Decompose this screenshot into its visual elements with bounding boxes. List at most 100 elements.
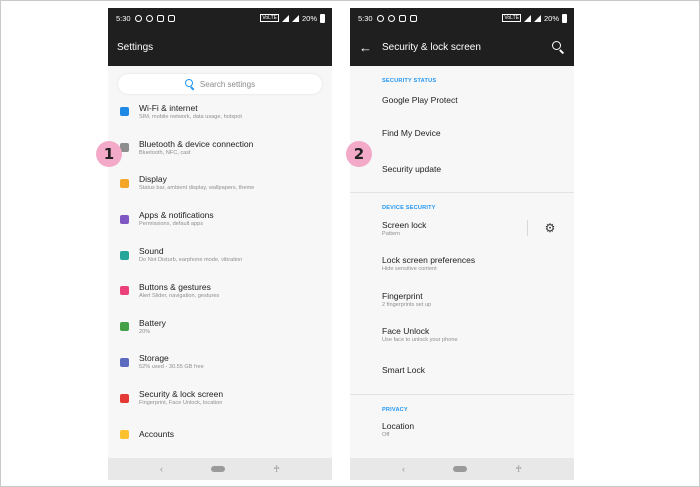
settings-item-title: Storage	[139, 353, 169, 364]
step-badge-2: 2	[346, 141, 372, 167]
cell-signal-icon	[533, 14, 541, 22]
home-nav-button[interactable]	[453, 466, 468, 472]
settings-item[interactable]: Sound Do Not Disturb, earphone mode, vibr…	[108, 237, 332, 273]
battery-status-icon	[320, 13, 325, 23]
settings-item-subtitle: Do Not Disturb, earphone mode, vibration	[139, 257, 243, 264]
navigation-bar: ‹ ♰	[350, 458, 574, 480]
battery-percent: 20%	[301, 13, 317, 23]
status-time: 5:30	[116, 13, 131, 23]
security-item-title: Lock screen preferences	[382, 255, 476, 266]
page-title: Settings	[117, 41, 154, 53]
security-item-title: Smart Lock	[382, 365, 425, 376]
settings-item-title: Security & lock screen	[139, 389, 224, 400]
home-nav-button[interactable]	[211, 466, 226, 472]
settings-item-subtitle: 20%	[139, 328, 151, 335]
volte-indicator: VoLTE	[502, 14, 521, 22]
security-item[interactable]: Screen lock Pattern ⚙	[350, 211, 574, 247]
wifi-icon	[120, 107, 129, 117]
volte-indicator: VoLTE	[260, 14, 279, 22]
security-item-title: Face Unlock	[382, 326, 430, 337]
security-item-subtitle: 2 fingerprints set up	[382, 301, 432, 308]
brightness-icon	[120, 178, 129, 188]
cell-signal-icon	[291, 14, 299, 22]
back-nav-button[interactable]: ‹	[402, 464, 405, 474]
settings-item-subtitle: SIM, mobile network, data usage, hotspot	[139, 113, 242, 120]
settings-item[interactable]: Buttons & gestures Alert Slider, navigati…	[108, 273, 332, 309]
settings-item[interactable]: Bluetooth & device connection Bluetooth, …	[108, 130, 332, 166]
battery-status-icon	[562, 13, 567, 23]
settings-item-title: Accounts	[139, 428, 174, 439]
settings-item[interactable]: Storage 52% used - 30.55 GB free	[108, 345, 332, 381]
settings-item[interactable]: Accounts	[108, 416, 332, 452]
settings-item-subtitle: Bluetooth, NFC, cast	[139, 149, 191, 156]
security-item[interactable]: Smart Lock	[350, 353, 574, 389]
navigation-bar: ‹ ♰	[108, 458, 332, 480]
battery-percent: 20%	[543, 13, 559, 23]
security-item-title: Find My Device	[382, 128, 441, 139]
settings-item-title: Battery	[139, 317, 166, 328]
security-item-subtitle: Hide sensitive content	[382, 266, 437, 273]
search-settings-bar[interactable]: Search settings	[118, 74, 322, 94]
status-time: 5:30	[358, 13, 373, 23]
wifi-signal-icon	[523, 14, 531, 22]
settings-item-subtitle: 52% used - 30.55 GB free	[139, 364, 204, 371]
whatsapp-icon	[145, 14, 153, 22]
status-bar: 5:30 VoLTE 20%	[108, 8, 332, 28]
settings-item-title: Sound	[139, 246, 164, 257]
status-bar: 5:30 VoLTE 20%	[350, 8, 574, 28]
back-nav-button[interactable]: ‹	[160, 464, 163, 474]
security-item-title: Location	[382, 421, 415, 432]
settings-item[interactable]: Display Status bar, ambient display, wall…	[108, 166, 332, 202]
settings-item[interactable]: Battery 20%	[108, 309, 332, 345]
security-item[interactable]: Find My Device	[350, 116, 574, 152]
settings-item[interactable]: Apps & notifications Permissions, default…	[108, 201, 332, 237]
security-item[interactable]: Security update	[350, 152, 574, 188]
security-item-subtitle: Off	[382, 432, 390, 439]
wifi-signal-icon	[281, 14, 289, 22]
settings-item-title: Apps & notifications	[139, 210, 214, 221]
app-bar: ← Security & lock screen	[350, 28, 574, 66]
security-item[interactable]: Location Off	[350, 413, 574, 449]
settings-item-subtitle: Alert Slider, navigation, gestures	[139, 292, 220, 299]
instagram-icon	[156, 14, 164, 22]
settings-item-title: Wi-Fi & internet	[139, 102, 198, 113]
notification-icon	[376, 14, 384, 22]
security-item-title: Google Play Protect	[382, 94, 458, 105]
whatsapp-icon	[387, 14, 395, 22]
gear-icon[interactable]: ⚙	[544, 222, 556, 234]
settings-screen: 5:30 VoLTE 20% Settings Search settings …	[108, 8, 332, 480]
battery-icon	[120, 322, 129, 332]
security-settings-list: SECURITY STATUS Google Play Protect Find M…	[350, 66, 574, 448]
app-bar: Settings	[108, 28, 332, 66]
accessibility-nav-button[interactable]: ♰	[273, 464, 280, 475]
settings-item-subtitle: Status bar, ambient display, wallpapers,…	[139, 185, 255, 192]
section-header: SECURITY STATUS	[382, 78, 437, 84]
security-item[interactable]: Google Play Protect	[350, 84, 574, 116]
gallery-icon	[167, 14, 175, 22]
security-item-subtitle: Use face to unlock your phone	[382, 337, 458, 344]
vertical-separator	[527, 220, 528, 236]
settings-item[interactable]: Security & lock screen Fingerprint, Face …	[108, 380, 332, 416]
search-placeholder: Search settings	[199, 79, 256, 89]
security-item[interactable]: Fingerprint 2 fingerprints set up	[350, 282, 574, 318]
security-item-title: Fingerprint	[382, 290, 423, 301]
apps-icon	[120, 214, 129, 224]
search-icon	[184, 79, 195, 89]
settings-list: Wi-Fi & internet SIM, mobile network, dat…	[108, 94, 332, 452]
section-header: DEVICE SECURITY	[382, 205, 436, 211]
notification-icon	[134, 14, 142, 22]
section-header: PRIVACY	[382, 406, 408, 413]
security-item-title: Security update	[382, 163, 442, 174]
storage-icon	[120, 357, 129, 367]
lock-icon	[120, 393, 129, 403]
settings-item-title: Buttons & gestures	[139, 281, 211, 292]
step-badge-1: 1	[96, 141, 122, 167]
search-icon[interactable]	[552, 40, 565, 54]
security-lock-screen: 5:30 VoLTE 20% ← Security & lock screen …	[350, 8, 574, 480]
security-item[interactable]: Lock screen preferences Hide sensitive co…	[350, 247, 574, 283]
gesture-icon	[120, 286, 129, 296]
settings-item[interactable]: Wi-Fi & internet SIM, mobile network, dat…	[108, 94, 332, 130]
back-arrow-icon[interactable]: ←	[359, 41, 372, 54]
security-item[interactable]: Face Unlock Use face to unlock your phone	[350, 318, 574, 354]
accessibility-nav-button[interactable]: ♰	[515, 464, 522, 475]
